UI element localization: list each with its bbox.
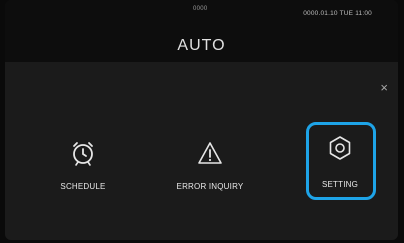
close-icon[interactable]: × [380, 80, 388, 95]
schedule-label: SCHEDULE [60, 182, 106, 191]
menu-panel: × SCHEDULE ERROR INQUIRY SETTING [5, 62, 398, 240]
device-screen: 0000 0000.01.10 TUE 11:00 AUTO × SCHEDUL… [5, 0, 398, 240]
header-top-label: 0000 [193, 6, 208, 12]
datetime-readout: 0000.01.10 TUE 11:00 [303, 10, 372, 17]
alarm-clock-icon [73, 142, 93, 166]
warning-triangle-icon [198, 142, 222, 164]
setting-button[interactable]: SETTING [292, 122, 388, 200]
schedule-button[interactable]: SCHEDULE [35, 130, 131, 200]
error-inquiry-button[interactable]: ERROR INQUIRY [162, 130, 258, 200]
setting-label: SETTING [321, 180, 359, 189]
gear-icon [329, 136, 351, 160]
mode-title: AUTO [177, 37, 226, 54]
status-header: 0000 0000.01.10 TUE 11:00 AUTO [5, 0, 398, 62]
error-inquiry-label: ERROR INQUIRY [176, 182, 244, 191]
